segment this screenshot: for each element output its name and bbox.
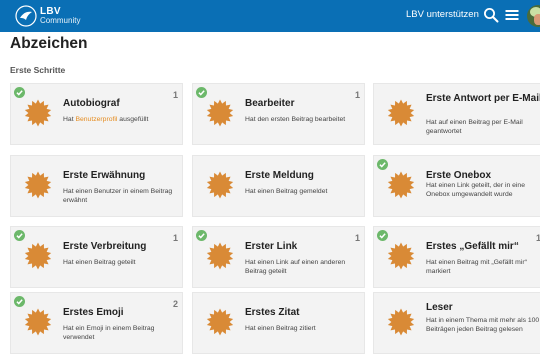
badge-star-icon: [206, 171, 234, 199]
badge-card-erstes-gefaellt-mir[interactable]: 1 Erstes „Gefällt mir“ Hat einen Beitrag…: [373, 226, 540, 288]
search-icon[interactable]: [483, 7, 499, 23]
badge-description: Hat Benutzerprofil ausgefüllt: [63, 116, 149, 123]
badge-description: Hat in einem Thema mit mehr als 100 Beit…: [426, 317, 540, 333]
badge-star-icon: [387, 308, 415, 336]
granted-check-icon: [14, 230, 25, 241]
menu-icon[interactable]: [504, 7, 520, 23]
granted-check-icon: [14, 87, 25, 98]
badge-card-erster-link[interactable]: 1 Erster Link Hat einen Link auf einen a…: [192, 226, 365, 288]
badge-card-erste-verbreitung[interactable]: 1 Erste Verbreitung Hat einen Beitrag ge…: [10, 226, 183, 288]
lbv-logo-icon: [15, 5, 37, 27]
badge-title: Autobiograf: [63, 98, 120, 109]
badge-description: Hat auf einen Beitrag per E-Mail geantwo…: [426, 119, 523, 135]
badge-star-icon: [206, 308, 234, 336]
badge-card-bearbeiter[interactable]: 1 Bearbeiter Hat den ersten Beitrag bear…: [192, 83, 365, 145]
badge-card-erste-antwort-email[interactable]: Erste Antwort per E-Mail Hat auf einen B…: [373, 83, 540, 145]
badge-star-icon: [387, 242, 415, 270]
badge-star-icon: [24, 99, 52, 127]
support-link[interactable]: LBV unterstützen: [406, 9, 479, 20]
badge-description: Hat einen Beitrag gemeldet: [245, 188, 328, 195]
granted-check-icon: [196, 230, 207, 241]
site-logo[interactable]: LBV Community: [15, 5, 80, 27]
badge-star-icon: [206, 242, 234, 270]
badge-title: Erste Antwort per E-Mail: [426, 93, 540, 104]
badge-star-icon: [206, 99, 234, 127]
badge-description: Hat einen Benutzer in einem Beitrag erwä…: [63, 188, 173, 204]
top-header: LBV Community LBV unterstützen: [0, 0, 540, 32]
badge-card-erste-meldung[interactable]: Erste Meldung Hat einen Beitrag gemeldet: [192, 155, 365, 217]
badge-card-erste-onebox[interactable]: Erste Onebox Hat einen Link geteilt, der…: [373, 155, 540, 217]
badge-card-erste-erwaehnung[interactable]: Erste Erwähnung Hat einen Benutzer in ei…: [10, 155, 183, 217]
badge-card-erstes-emoji[interactable]: 2 Erstes Emoji Hat ein Emoji in einem Be…: [10, 292, 183, 354]
badge-title: Erstes Emoji: [63, 307, 124, 318]
badge-title: Leser: [426, 302, 453, 313]
logo-text-lbv: LBV: [40, 6, 61, 17]
badge-card-erstes-zitat[interactable]: Erstes Zitat Hat einen Beitrag zitiert: [192, 292, 365, 354]
page-title: Abzeichen: [10, 35, 88, 52]
badge-description: Hat einen Beitrag geteilt: [63, 259, 136, 266]
logo-text-community: Community: [40, 16, 81, 25]
badge-star-icon: [24, 308, 52, 336]
granted-check-icon: [377, 159, 388, 170]
badge-title: Erste Erwähnung: [63, 170, 146, 181]
badge-star-icon: [387, 99, 415, 127]
granted-check-icon: [196, 87, 207, 98]
badge-title: Bearbeiter: [245, 98, 295, 109]
badge-card-autobiograf[interactable]: 1 Autobiograf Hat Benutzerprofil ausgefü…: [10, 83, 183, 145]
badge-description: Hat einen Beitrag mit „Gefällt mir“ mark…: [426, 259, 527, 275]
badge-star-icon: [24, 242, 52, 270]
badge-title: Erste Verbreitung: [63, 241, 147, 252]
badge-description: Hat ein Emoji in einem Beitrag verwendet: [63, 325, 155, 341]
badge-star-icon: [24, 171, 52, 199]
user-avatar[interactable]: [527, 5, 540, 27]
section-heading: Erste Schritte: [10, 65, 66, 75]
badge-description: Hat den ersten Beitrag bearbeitet: [245, 116, 346, 123]
badge-star-icon: [387, 171, 415, 199]
badge-title: Erste Meldung: [245, 170, 314, 181]
badge-title: Erstes „Gefällt mir“: [426, 241, 519, 252]
badge-description: Hat einen Link geteilt, der in eine Oneb…: [426, 182, 525, 198]
badge-description: Hat einen Link auf einen anderen Beitrag…: [245, 259, 346, 275]
granted-check-icon: [14, 296, 25, 307]
badge-title: Erstes Zitat: [245, 307, 300, 318]
granted-check-icon: [377, 230, 388, 241]
badge-title: Erster Link: [245, 241, 298, 252]
badge-description: Hat einen Beitrag zitiert: [245, 325, 316, 332]
profile-link[interactable]: Benutzerprofil: [75, 116, 117, 123]
badge-card-leser[interactable]: Leser Hat in einem Thema mit mehr als 10…: [373, 292, 540, 354]
